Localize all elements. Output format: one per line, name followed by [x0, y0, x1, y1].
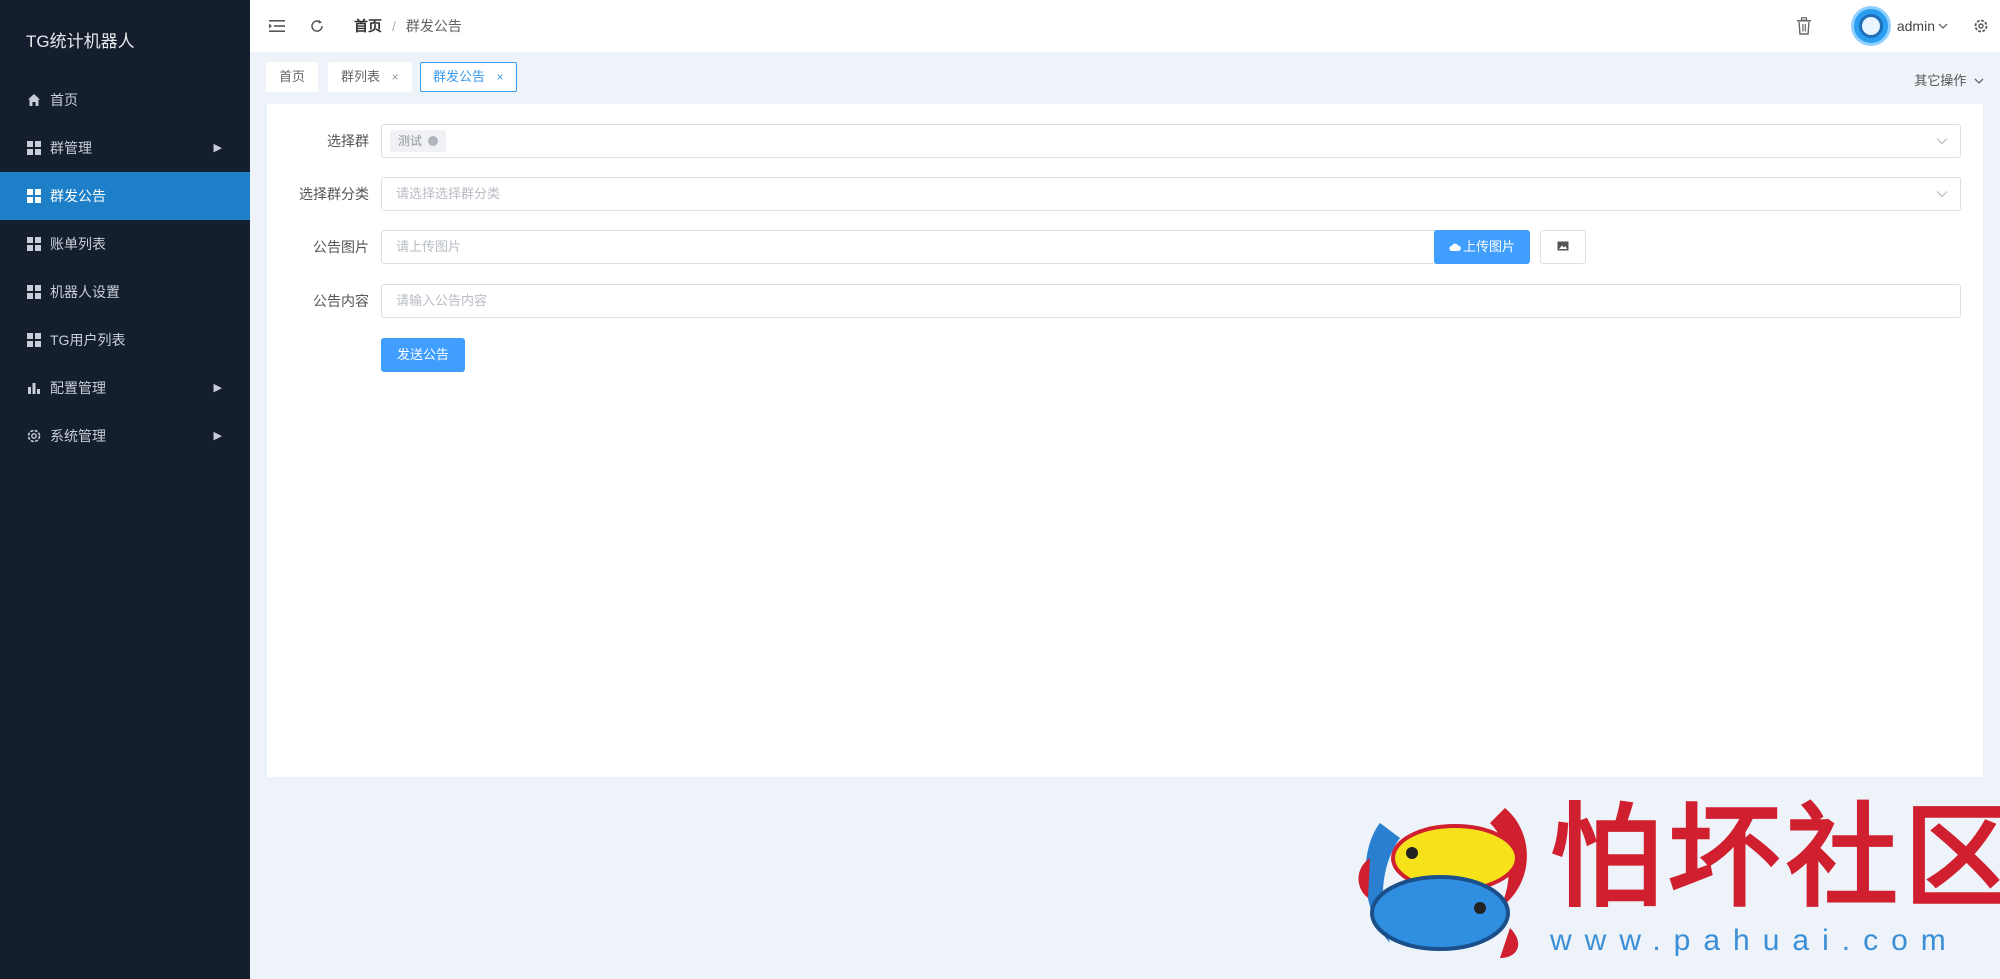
caret-right-icon: ▶ — [213, 430, 222, 442]
sidebar-item-label: 群发公告 — [50, 188, 106, 204]
sidebar-item-group-management[interactable]: 群管理 ▶ — [0, 124, 250, 172]
username[interactable]: admin — [1897, 18, 1935, 34]
group-category-placeholder: 请选择选择群分类 — [396, 186, 501, 201]
avatar[interactable] — [1850, 6, 1891, 46]
breadcrumb-current: 群发公告 — [405, 18, 462, 34]
form-row-select-group: 选择群 测试 — [267, 124, 1983, 158]
other-operations-label: 其它操作 — [1914, 73, 1967, 88]
cloud-upload-icon — [1449, 231, 1461, 265]
breadcrumb: 首页 / 群发公告 — [354, 16, 462, 36]
tab-home[interactable]: 首页 — [266, 62, 319, 92]
settings-gear-icon[interactable] — [1970, 15, 1992, 37]
bar-chart-icon — [26, 380, 42, 396]
sidebar-item-label: 群管理 — [50, 140, 92, 156]
sidebar-item-group-announcement[interactable]: 群发公告 — [0, 172, 250, 220]
content-placeholder: 请输入公告内容 — [396, 293, 488, 308]
close-icon[interactable]: × — [392, 70, 399, 84]
close-icon[interactable]: × — [497, 70, 504, 84]
fish-logo-icon — [1350, 798, 1530, 968]
sidebar-item-system-management[interactable]: 系统管理 ▶ — [0, 412, 250, 460]
breadcrumb-separator: / — [392, 18, 396, 34]
sidebar-item-label: 账单列表 — [50, 236, 106, 252]
form-row-content: 公告内容 请输入公告内容 — [267, 284, 1983, 318]
tag-label: 测试 — [398, 134, 423, 148]
upload-image-label: 上传图片 — [1462, 239, 1515, 254]
content-card: 选择群 测试 选择群分类 请选择选择群分类 公告图片 请上传图片 上传图片 公告… — [267, 104, 1983, 777]
tag-close-icon[interactable] — [428, 136, 439, 146]
selected-group-tag: 测试 — [390, 130, 447, 152]
preview-image-button[interactable] — [1540, 230, 1586, 264]
tab-group-list[interactable]: 群列表 × — [328, 62, 412, 92]
image-placeholder: 请上传图片 — [396, 239, 462, 254]
grid-icon — [26, 236, 42, 252]
image-url-input[interactable]: 请上传图片 — [381, 230, 1443, 264]
sidebar: TG统计机器人 首页 群管理 ▶ 群发公告 账单列表 机器人设置 TG用户列表 … — [0, 0, 250, 979]
top-bar: 首页 / 群发公告 admin — [250, 0, 2000, 52]
top-bar-right: admin — [1793, 0, 2000, 52]
upload-image-button[interactable]: 上传图片 — [1434, 230, 1530, 264]
grid-icon — [26, 284, 42, 300]
sidebar-item-label: 首页 — [50, 92, 78, 108]
chevron-down-icon[interactable] — [1938, 17, 1948, 35]
caret-right-icon: ▶ — [213, 382, 222, 394]
sidebar-item-config-management[interactable]: 配置管理 ▶ — [0, 364, 250, 412]
grid-icon — [26, 332, 42, 348]
select-group-select[interactable]: 测试 — [381, 124, 1961, 158]
other-operations-dropdown[interactable]: 其它操作 — [1914, 70, 1984, 89]
chevron-down-icon — [1936, 125, 1948, 157]
tab-label: 首页 — [279, 69, 306, 84]
sidebar-item-bot-settings[interactable]: 机器人设置 — [0, 268, 250, 316]
group-category-select[interactable]: 请选择选择群分类 — [381, 177, 1961, 211]
grid-icon — [26, 188, 42, 204]
caret-right-icon: ▶ — [213, 142, 222, 154]
gear-icon — [26, 428, 42, 444]
breadcrumb-home[interactable]: 首页 — [354, 16, 382, 36]
sidebar-item-label: 机器人设置 — [50, 284, 120, 300]
sidebar-item-tg-user-list[interactable]: TG用户列表 — [0, 316, 250, 364]
chevron-down-icon — [1974, 73, 1984, 88]
group-category-label: 选择群分类 — [299, 186, 369, 202]
tab-label: 群列表 — [341, 69, 381, 84]
tab-group-announcement[interactable]: 群发公告 × — [420, 62, 517, 92]
sidebar-item-label: 配置管理 — [50, 380, 106, 396]
image-icon — [1557, 238, 1569, 256]
menu-fold-icon[interactable] — [266, 15, 288, 37]
sidebar-item-home[interactable]: 首页 — [0, 76, 250, 124]
chevron-down-icon — [1936, 178, 1948, 210]
sidebar-item-label: 系统管理 — [50, 428, 106, 444]
form-row-group-category: 选择群分类 请选择选择群分类 — [267, 177, 1983, 211]
refresh-icon[interactable] — [306, 15, 328, 37]
trash-icon[interactable] — [1793, 15, 1815, 37]
content-label: 公告内容 — [313, 293, 369, 309]
form-row-image: 公告图片 请上传图片 上传图片 — [267, 230, 1983, 264]
grid-icon — [26, 140, 42, 156]
watermark-title: 怕坏社区 — [1550, 792, 2000, 923]
home-icon — [26, 92, 42, 108]
watermark-logo: 怕坏社区 www.pahuai.com — [1350, 798, 2000, 968]
tab-label: 群发公告 — [433, 69, 486, 84]
content-textarea[interactable]: 请输入公告内容 — [381, 284, 1961, 318]
send-announcement-button[interactable]: 发送公告 — [381, 338, 465, 372]
tabs-bar: 首页 群列表 × 群发公告 × 其它操作 — [250, 52, 2000, 104]
app-title: TG统计机器人 — [26, 32, 135, 51]
sidebar-item-label: TG用户列表 — [50, 332, 126, 348]
sidebar-item-bill-list[interactable]: 账单列表 — [0, 220, 250, 268]
select-group-label: 选择群 — [327, 133, 369, 149]
watermark-url: www.pahuai.com — [1550, 924, 1959, 957]
image-label: 公告图片 — [313, 239, 369, 255]
